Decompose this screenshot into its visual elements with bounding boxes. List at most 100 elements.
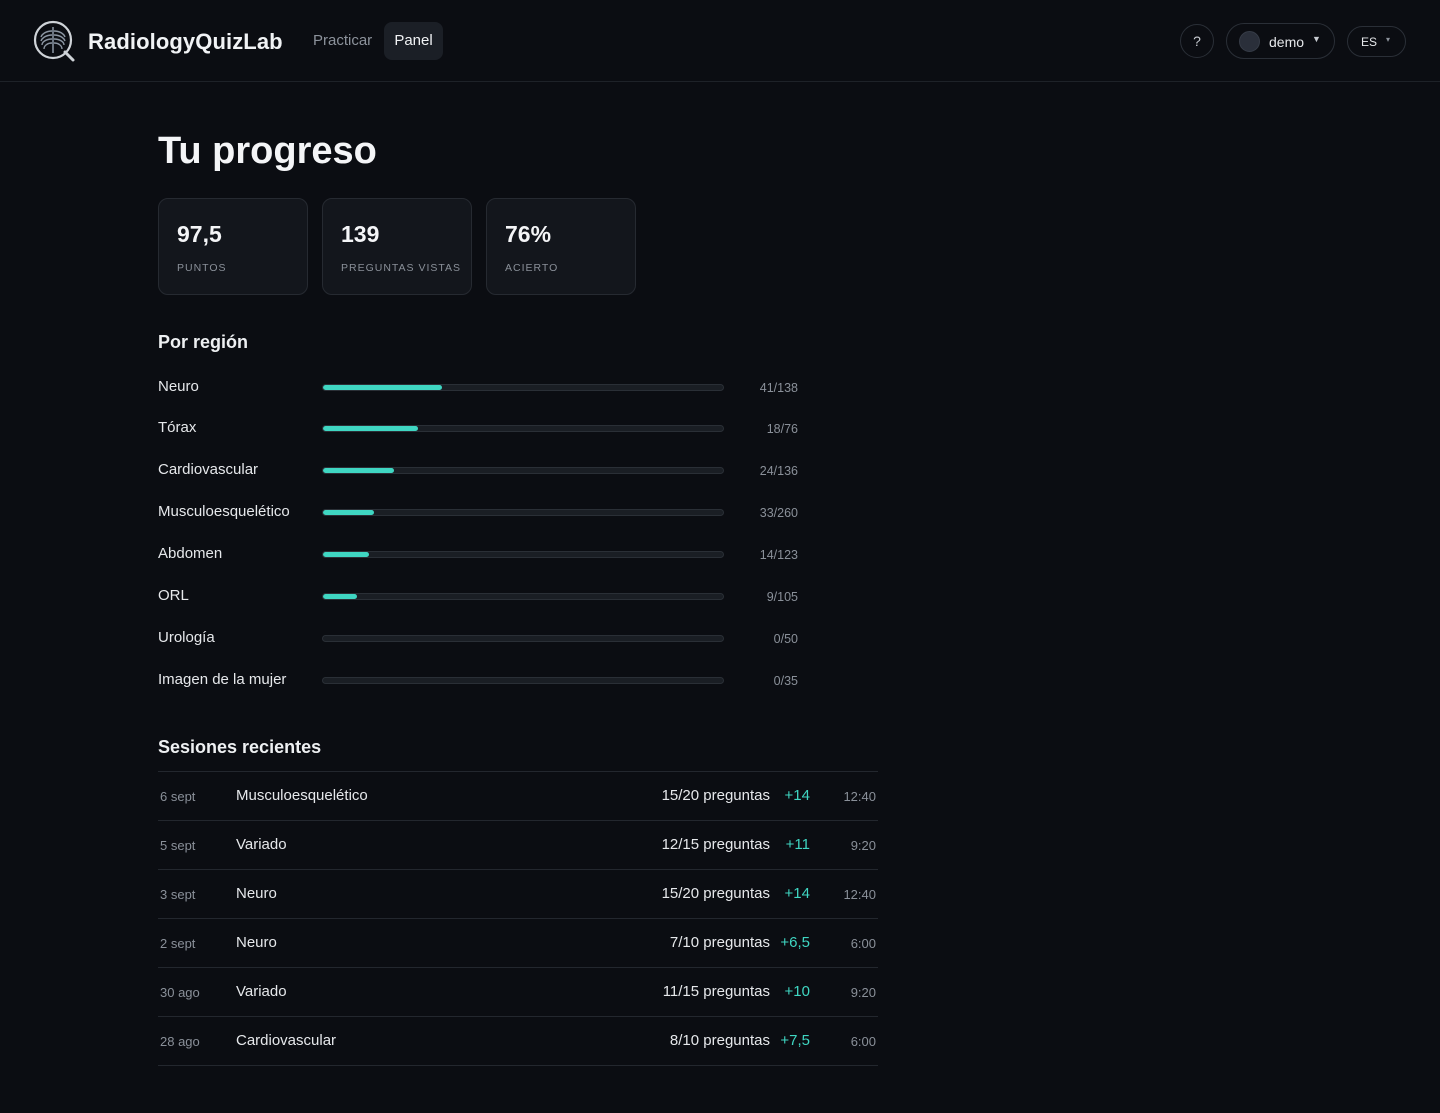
region-count: 24/136 — [759, 464, 798, 478]
region-name: ORL — [158, 587, 189, 604]
stat-card-points: 97,5 PUNTOS — [158, 198, 308, 295]
region-count: 33/260 — [759, 506, 798, 520]
session-row[interactable]: 2 sept Neuro 7/10 preguntas +6,5 6:00 — [158, 919, 878, 968]
session-date: 5 sept — [160, 838, 196, 853]
stat-value: 139 — [341, 221, 380, 247]
region-count: 0/50 — [773, 632, 798, 646]
session-questions: 11/15 preguntas — [662, 983, 770, 1000]
session-questions: 15/20 preguntas — [661, 885, 770, 902]
progress-fill — [323, 426, 418, 431]
user-name: demo — [1269, 34, 1305, 50]
sessions-list: 6 sept Musculoesquelético 15/20 pregunta… — [158, 771, 878, 1066]
chevron-down-icon: ▾ — [1386, 35, 1391, 44]
session-row[interactable]: 5 sept Variado 12/15 preguntas +11 9:20 — [158, 821, 878, 870]
session-points: +14 — [784, 787, 810, 804]
progress-fill — [323, 552, 369, 557]
region-row-abdomen: Abdomen 14/123 — [158, 545, 798, 569]
region-name: Tórax — [158, 419, 197, 436]
stat-label: PUNTOS — [177, 262, 227, 274]
progress-fill — [323, 594, 358, 599]
region-row-cardiovascular: Cardiovascular 24/136 — [158, 461, 798, 485]
region-count: 9/105 — [766, 590, 798, 604]
chevron-down-icon: ▼ — [1312, 34, 1321, 44]
language-label: ES — [1361, 35, 1378, 49]
session-questions: 8/10 preguntas — [669, 1032, 770, 1049]
region-row-orl: ORL 9/105 — [158, 587, 798, 611]
progress-fill — [323, 510, 374, 515]
session-row[interactable]: 6 sept Musculoesquelético 15/20 pregunta… — [158, 772, 878, 821]
region-count: 0/35 — [773, 674, 798, 688]
region-name: Imagen de la mujer — [158, 671, 287, 688]
session-region: Musculoesquelético — [236, 787, 368, 804]
session-questions: 15/20 preguntas — [661, 787, 770, 804]
region-name: Urología — [158, 629, 215, 646]
session-row[interactable]: 30 ago Variado 11/15 preguntas +10 9:20 — [158, 968, 878, 1017]
session-points: +10 — [784, 983, 810, 1000]
session-questions: 12/15 preguntas — [661, 836, 770, 853]
session-points: +7,5 — [780, 1032, 810, 1049]
brand-name[interactable]: RadiologyQuizLab — [88, 29, 283, 55]
stat-card-questions-seen: 139 PREGUNTAS VISTAS — [322, 198, 472, 295]
session-time: 12:40 — [843, 887, 876, 902]
region-row-neuro: Neuro 41/138 — [158, 378, 798, 402]
progress-track — [322, 384, 724, 391]
session-time: 6:00 — [850, 936, 876, 951]
session-region: Variado — [236, 983, 287, 1000]
session-date: 6 sept — [160, 789, 196, 804]
progress-track — [322, 425, 724, 432]
region-count: 41/138 — [759, 381, 798, 395]
top-bar: RadiologyQuizLab Practicar Panel ? demo … — [0, 0, 1440, 82]
session-region: Neuro — [236, 885, 277, 902]
session-date: 2 sept — [160, 936, 196, 951]
progress-track — [322, 635, 724, 642]
session-region: Cardiovascular — [236, 1032, 337, 1049]
progress-track — [322, 509, 724, 516]
region-name: Abdomen — [158, 545, 223, 562]
session-region: Variado — [236, 836, 287, 853]
progress-fill — [323, 468, 394, 473]
session-time: 12:40 — [843, 789, 876, 804]
session-time: 9:20 — [850, 838, 876, 853]
region-name: Cardiovascular — [158, 461, 259, 478]
stat-card-accuracy: 76% ACIERTO — [486, 198, 636, 295]
stat-value: 76% — [505, 221, 552, 247]
region-row-torax: Tórax 18/76 — [158, 419, 798, 443]
session-row[interactable]: 3 sept Neuro 15/20 preguntas +14 12:40 — [158, 870, 878, 919]
region-count: 18/76 — [766, 422, 798, 436]
logo-icon[interactable] — [32, 19, 76, 63]
region-name: Neuro — [158, 378, 199, 395]
session-row[interactable]: 28 ago Cardiovascular 8/10 preguntas +7,… — [158, 1017, 878, 1066]
progress-track — [322, 593, 724, 600]
session-points: +6,5 — [780, 934, 810, 951]
region-row-musculoesqueletico: Musculoesquelético 33/260 — [158, 503, 798, 527]
region-row-imagen-de-la-mujer: Imagen de la mujer 0/35 — [158, 671, 798, 695]
progress-fill — [323, 385, 442, 390]
session-time: 6:00 — [850, 1034, 876, 1049]
session-region: Neuro — [236, 934, 277, 951]
progress-track — [322, 677, 724, 684]
nav-practicar[interactable]: Practicar — [301, 22, 384, 60]
session-time: 9:20 — [850, 985, 876, 1000]
region-section-title: Por región — [158, 332, 249, 352]
session-date: 3 sept — [160, 887, 196, 902]
stat-value: 97,5 — [177, 221, 222, 247]
nav-panel[interactable]: Panel — [384, 22, 443, 60]
stat-label: PREGUNTAS VISTAS — [341, 262, 462, 274]
stat-label: ACIERTO — [505, 262, 559, 274]
help-button[interactable]: ? — [1180, 24, 1214, 58]
session-points: +14 — [784, 885, 810, 902]
language-selector[interactable]: ES ▾ — [1347, 26, 1406, 57]
session-questions: 7/10 preguntas — [669, 934, 770, 951]
progress-track — [322, 467, 724, 474]
session-points: +11 — [785, 836, 810, 853]
user-menu-button[interactable]: demo ▼ — [1226, 23, 1335, 59]
session-date: 28 ago — [160, 1034, 200, 1049]
progress-track — [322, 551, 724, 558]
region-row-urologia: Urología 0/50 — [158, 629, 798, 653]
page-title: Tu progreso — [158, 130, 377, 172]
avatar — [1239, 31, 1260, 52]
session-date: 30 ago — [160, 985, 200, 1000]
sessions-section-title: Sesiones recientes — [158, 737, 322, 757]
region-name: Musculoesquelético — [158, 503, 290, 520]
region-count: 14/123 — [759, 548, 798, 562]
